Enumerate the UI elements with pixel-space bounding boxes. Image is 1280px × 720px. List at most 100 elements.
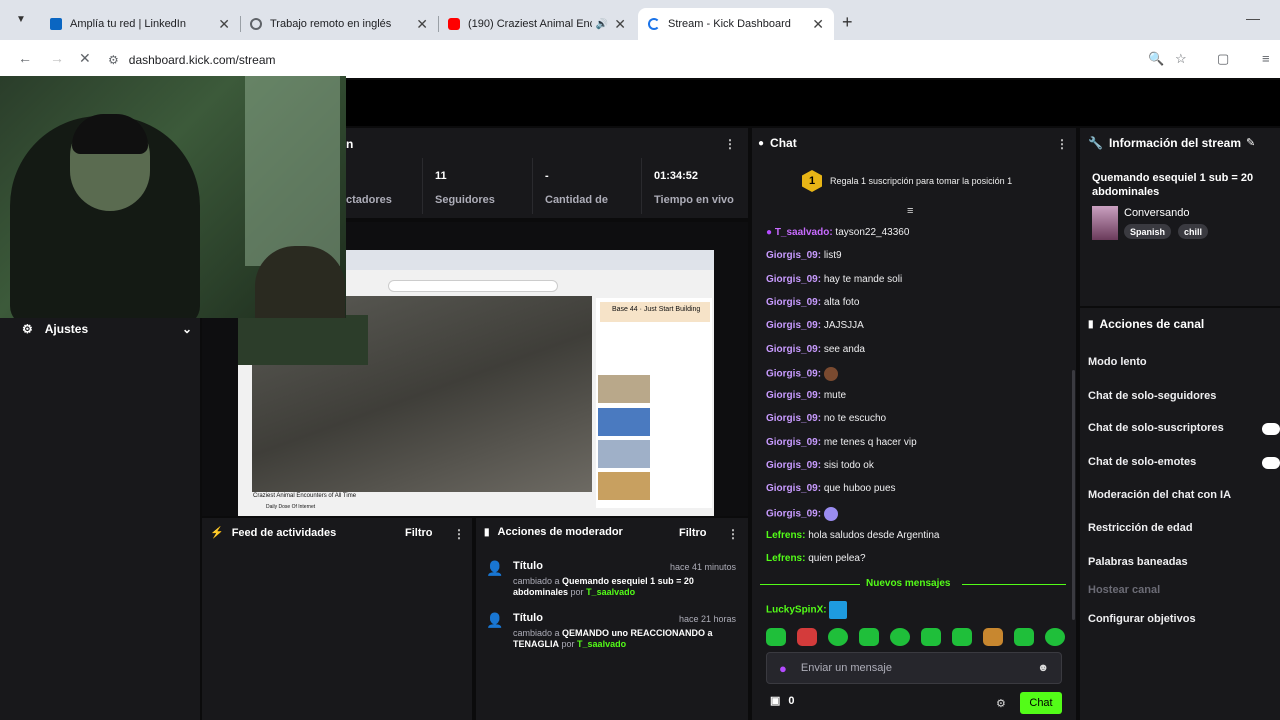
- more-options-icon[interactable]: ⋮: [724, 137, 736, 151]
- chat-username[interactable]: Giorgis_09: [766, 390, 818, 401]
- site-info-icon[interactable]: ⚙: [108, 53, 119, 67]
- close-icon[interactable]: ✕: [812, 16, 824, 33]
- sidebar-item-ajustes[interactable]: ⚙ Ajustes ⌄: [22, 322, 192, 336]
- pinned-toggle-icon[interactable]: ≡: [907, 205, 913, 217]
- action-restriccion-edad[interactable]: Restricción de edad: [1088, 522, 1193, 534]
- chat-username[interactable]: Giorgis_09: [766, 274, 818, 285]
- back-icon[interactable]: ←: [18, 50, 32, 66]
- chat-username[interactable]: Giorgis_09: [766, 320, 818, 331]
- chat-username[interactable]: Lefrens: [766, 553, 802, 564]
- chat-username[interactable]: Giorgis_09: [766, 460, 818, 471]
- edit-pencil-icon[interactable]: ✎: [1246, 136, 1255, 149]
- bookmark-star-icon[interactable]: ☆: [1175, 51, 1187, 67]
- tab-kick-dashboard[interactable]: Stream - Kick Dashboard ✕: [638, 8, 834, 40]
- reading-list-icon[interactable]: ≡: [1262, 51, 1270, 66]
- gear-icon: ⚙: [22, 322, 33, 336]
- stat-label: Tiempo en vivo: [654, 194, 734, 206]
- moderator-filter-button[interactable]: Filtro: [679, 527, 707, 539]
- emote-icon[interactable]: [1045, 628, 1065, 646]
- chat-points[interactable]: ▣ 0: [770, 694, 795, 708]
- emote-icon[interactable]: [921, 628, 941, 646]
- chat-input-placeholder: Enviar un mensaje: [800, 662, 892, 674]
- chat-username[interactable]: LuckySpinX: [766, 605, 823, 616]
- chat-text: hay te mande soli: [823, 274, 903, 285]
- lock-icon: ▮: [1088, 318, 1094, 330]
- chat-send-button[interactable]: Chat: [1020, 692, 1062, 714]
- tab-trabajo-remoto[interactable]: Trabajo remoto en inglés ✕: [240, 8, 438, 40]
- new-messages-divider: Nuevos mensajes: [760, 578, 1066, 590]
- chat-username[interactable]: Giorgis_09: [766, 250, 818, 261]
- emote-icon[interactable]: [828, 628, 848, 646]
- stat-espectadores: ctadores: [346, 158, 392, 214]
- chat-scrollbar[interactable]: [1072, 370, 1075, 620]
- zoom-icon[interactable]: 🔍: [1148, 51, 1164, 67]
- preview-webcam: [238, 315, 368, 365]
- stop-icon[interactable]: ✕: [79, 50, 91, 67]
- bolt-icon: ⚡: [210, 527, 224, 539]
- feed-filter-button[interactable]: Filtro: [405, 527, 433, 539]
- emote-icon[interactable]: [859, 628, 879, 646]
- chat-username[interactable]: Giorgis_09: [766, 369, 818, 380]
- action-palabras-baneadas[interactable]: Palabras baneadas: [1088, 556, 1188, 568]
- entry-user[interactable]: T_saalvado: [586, 587, 635, 597]
- minimize-icon[interactable]: —: [1246, 10, 1260, 26]
- url-field[interactable]: ⚙ dashboard.kick.com/stream: [108, 47, 1208, 73]
- toggle-solo-emotes[interactable]: [1262, 457, 1280, 469]
- tab-title: Stream - Kick Dashboard: [668, 18, 791, 30]
- stat-value: 01:34:52: [654, 170, 699, 182]
- more-options-icon[interactable]: ⋮: [1056, 137, 1068, 151]
- preview-thumb: [598, 375, 650, 403]
- entry-user[interactable]: T_saalvado: [577, 639, 626, 649]
- chat-username[interactable]: Lefrens: [766, 530, 802, 541]
- emote-icon[interactable]: [1014, 628, 1034, 646]
- chat-message: ● T_saalvado: tayson22_43360: [766, 227, 909, 238]
- action-solo-seguidores[interactable]: Chat de solo-seguidores: [1088, 390, 1216, 402]
- close-icon[interactable]: ✕: [614, 16, 626, 33]
- chat-message-input[interactable]: ● Enviar un mensaje ☻: [766, 652, 1062, 684]
- chat-username[interactable]: Giorgis_09: [766, 344, 818, 355]
- tab-linkedin[interactable]: Amplía tu red | LinkedIn ✕: [40, 8, 240, 40]
- close-icon[interactable]: ✕: [416, 16, 428, 33]
- speaker-icon[interactable]: 🔊: [596, 19, 608, 30]
- gift-icon: ▣: [770, 695, 781, 707]
- microphone-icon[interactable]: ●: [779, 661, 787, 676]
- url-text: dashboard.kick.com/stream: [128, 53, 276, 67]
- chat-text: que huboo pues: [823, 483, 896, 494]
- tab-youtube[interactable]: (190) Craziest Animal Enco 🔊 ✕: [438, 8, 636, 40]
- chat-username[interactable]: Giorgis_09: [766, 297, 818, 308]
- forward-icon[interactable]: →: [50, 50, 64, 66]
- action-solo-suscriptores[interactable]: Chat de solo-suscriptores: [1088, 422, 1224, 434]
- emote-icon[interactable]: [952, 628, 972, 646]
- category-thumbnail: [1092, 206, 1118, 240]
- emote-icon[interactable]: [766, 628, 786, 646]
- action-modo-lento[interactable]: Modo lento: [1088, 356, 1147, 368]
- tab-search-icon[interactable]: ▼: [16, 14, 26, 25]
- action-solo-emotes[interactable]: Chat de solo-emotes: [1088, 456, 1196, 468]
- preview-search-bar: [388, 280, 558, 292]
- close-icon[interactable]: ✕: [218, 16, 230, 33]
- action-configurar-objetivos[interactable]: Configurar objetivos: [1088, 613, 1196, 625]
- feed-title-text: Feed de actividades: [231, 526, 337, 539]
- action-hostear-canal[interactable]: Hostear canal: [1088, 584, 1160, 596]
- stat-cantidad: - Cantidad de: [532, 158, 630, 214]
- chat-username[interactable]: Giorgis_09: [766, 413, 818, 424]
- more-options-icon[interactable]: ⋮: [453, 527, 465, 541]
- chat-username[interactable]: T_saalvado: [775, 227, 829, 238]
- action-moderacion-ia[interactable]: Moderación del chat con IA: [1088, 489, 1231, 501]
- emoji-icon[interactable]: ☻: [1037, 662, 1049, 674]
- sidebar-item-label: Ajustes: [44, 322, 89, 336]
- chat-username[interactable]: Giorgis_09: [766, 483, 818, 494]
- toggle-solo-suscriptores[interactable]: [1262, 423, 1280, 435]
- new-tab-icon[interactable]: +: [842, 12, 853, 33]
- emote-icon[interactable]: [890, 628, 910, 646]
- stream-info-title: 🔧 Información del stream: [1088, 136, 1241, 150]
- chat-username[interactable]: Giorgis_09: [766, 509, 818, 520]
- chat-username[interactable]: Giorgis_09: [766, 437, 818, 448]
- emote-icon[interactable]: [983, 628, 1003, 646]
- gift-sub-banner[interactable]: 1 Regala 1 suscripción para tomar la pos…: [802, 170, 1012, 192]
- stat-value: -: [545, 170, 549, 182]
- more-options-icon[interactable]: ⋮: [727, 527, 739, 541]
- chat-settings-icon[interactable]: ⚙: [996, 697, 1006, 710]
- emote-icon[interactable]: [797, 628, 817, 646]
- extensions-icon[interactable]: ▢: [1217, 51, 1229, 67]
